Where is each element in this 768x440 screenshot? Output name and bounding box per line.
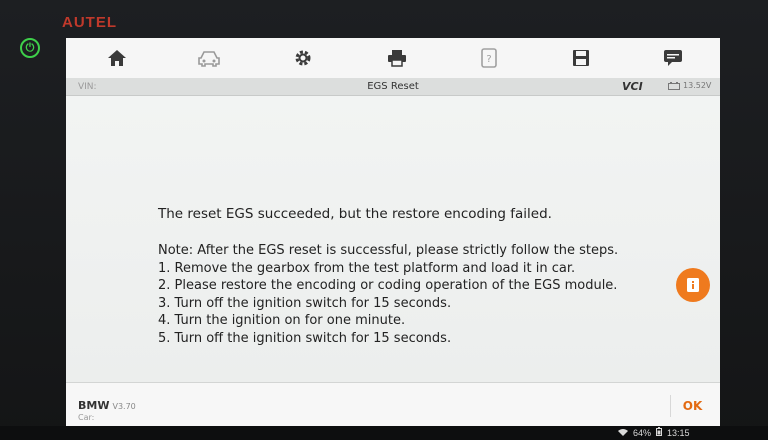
ok-button[interactable]: OK — [670, 395, 714, 417]
note-line: 2. Please restore the encoding or coding… — [158, 278, 618, 293]
message-panel: The reset EGS succeeded, but the restore… — [66, 96, 720, 382]
home-icon[interactable] — [104, 46, 130, 70]
note-steps: Note: After the EGS reset is successful,… — [158, 242, 618, 347]
software-version: V3.70 — [112, 402, 136, 411]
note-line: 5. Turn off the ignition switch for 15 s… — [158, 330, 452, 346]
help-manual-button[interactable] — [676, 268, 710, 302]
note-line: 1. Remove the gearbox from the test plat… — [158, 260, 576, 276]
save-icon[interactable] — [568, 46, 594, 70]
system-status-bar: 64% 13:15 — [0, 426, 768, 440]
clock: 13:15 — [667, 427, 690, 438]
brand-logo: AUTEL — [62, 14, 117, 31]
note-line: 3. Turn off the ignition switch for 15 s… — [158, 295, 452, 311]
top-toolbar: ? — [66, 38, 720, 78]
printer-icon[interactable] — [384, 46, 410, 70]
car-icon[interactable] — [196, 46, 222, 70]
note-line: Note: After the EGS reset is successful,… — [158, 243, 619, 258]
battery-voltage-indicator: 13.52V — [668, 81, 711, 90]
info-bar: VIN: EGS Reset VCI 13.52V — [66, 78, 720, 96]
battery-icon — [656, 427, 663, 438]
bottom-bar: BMW V3.70 Car: OK — [66, 382, 720, 426]
battery-percent: 64% — [633, 427, 652, 438]
app-screen: ? VIN: EGS Reset VCI 13.52V The reset EG… — [66, 38, 720, 426]
svg-text:?: ? — [486, 54, 491, 65]
wifi-icon — [618, 428, 628, 438]
result-message: The reset EGS succeeded, but the restore… — [158, 206, 552, 222]
vci-status: VCI — [622, 80, 643, 93]
vehicle-info: BMW V3.70 — [78, 399, 136, 412]
help-doc-icon[interactable]: ? — [476, 46, 502, 70]
car-battery-icon — [668, 81, 680, 90]
battery-voltage: 13.52V — [683, 81, 712, 90]
message-icon[interactable] — [660, 46, 686, 70]
note-line: 4. Turn the ignition on for one minute. — [158, 313, 406, 328]
manual-book-icon — [687, 278, 699, 292]
status-indicators: 64% 13:15 — [618, 427, 690, 438]
gear-icon[interactable] — [290, 46, 316, 70]
vehicle-make: BMW — [78, 399, 110, 412]
car-label: Car: — [78, 413, 95, 422]
power-icon[interactable]: ⏻ — [20, 38, 40, 58]
